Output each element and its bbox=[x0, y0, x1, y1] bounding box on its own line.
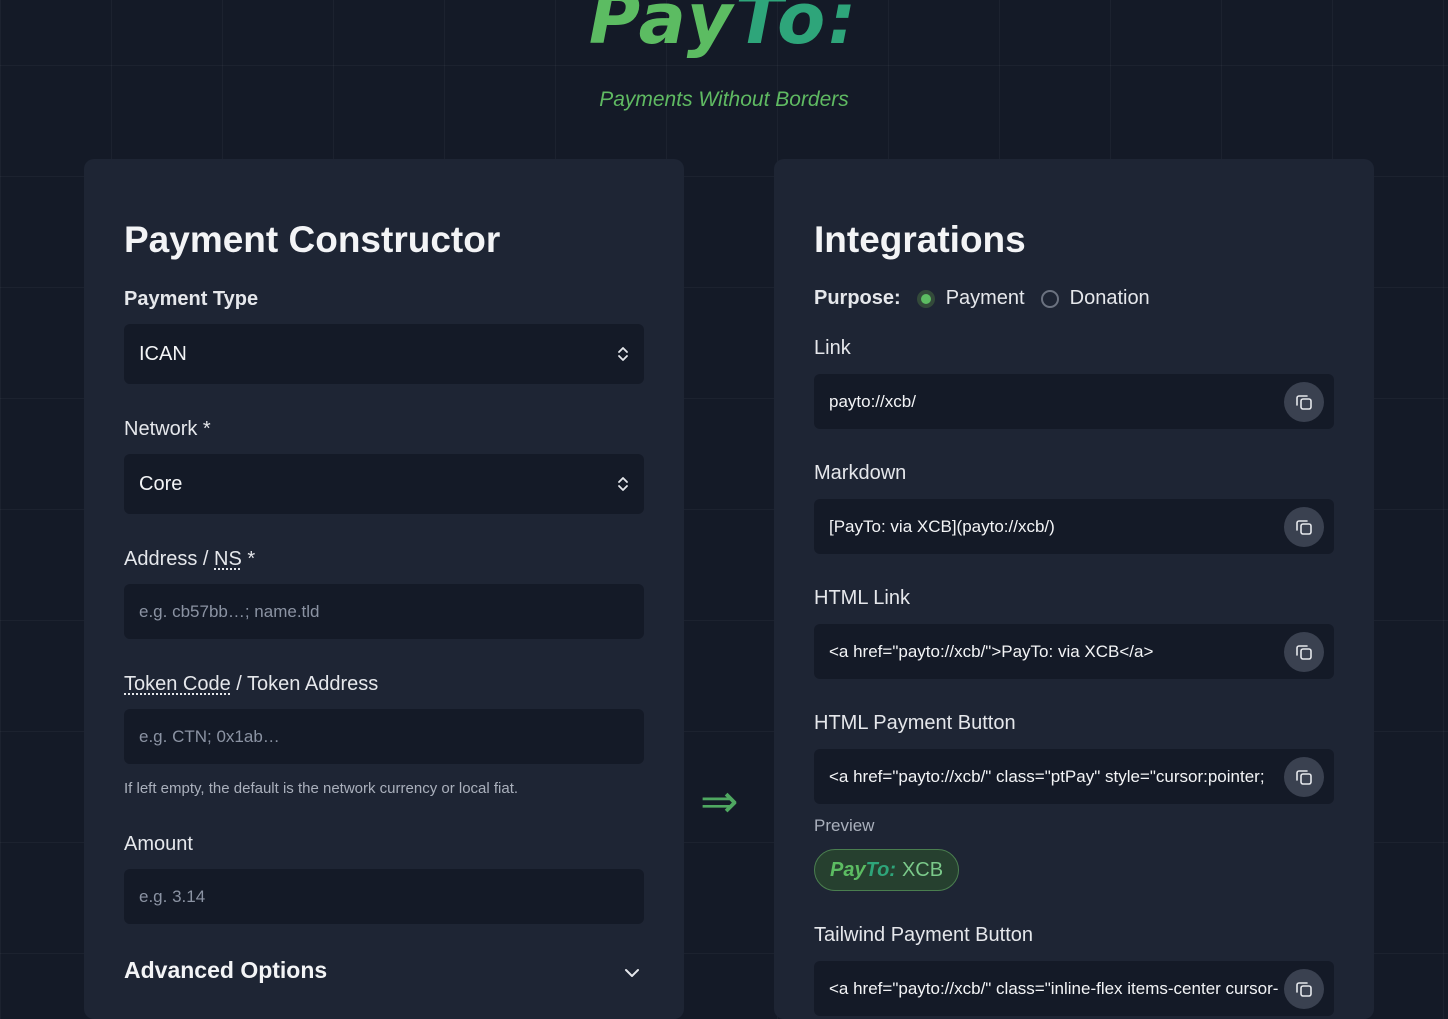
copy-html-button-button[interactable] bbox=[1284, 757, 1324, 797]
copy-icon bbox=[1294, 642, 1314, 662]
advanced-options-label: Advanced Options bbox=[124, 957, 328, 983]
preview-to-text: To: bbox=[865, 858, 896, 881]
html-button-value: <a href="payto://xcb/" class="ptPay" sty… bbox=[829, 766, 1265, 786]
address-required-mark: * bbox=[241, 548, 256, 570]
logo: PayTo: bbox=[0, 0, 1448, 54]
token-address-text: / Token Address bbox=[230, 673, 379, 695]
html-link-field[interactable]: <a href="payto://xcb/">PayTo: via XCB</a… bbox=[814, 624, 1334, 679]
network-value: Core bbox=[139, 472, 183, 495]
purpose-group: Purpose: Payment Donation bbox=[814, 287, 1166, 310]
chevron-updown-icon bbox=[617, 475, 629, 493]
preview-pay-text: Pay bbox=[830, 858, 866, 881]
tailwind-button-value: <a href="payto://xcb/" class="inline-fle… bbox=[829, 978, 1279, 998]
logo-to: To: bbox=[735, 0, 860, 60]
copy-icon bbox=[1294, 767, 1314, 787]
copy-link-button[interactable] bbox=[1284, 382, 1324, 422]
payment-type-select[interactable]: ICAN bbox=[124, 324, 644, 384]
copy-markdown-button[interactable] bbox=[1284, 507, 1324, 547]
address-label-text: Address / bbox=[124, 548, 215, 570]
amount-input[interactable]: e.g. 3.14 bbox=[124, 869, 644, 924]
radio-checked-icon[interactable] bbox=[916, 289, 935, 308]
purpose-option-label: Donation bbox=[1069, 287, 1150, 309]
logo-pay: Pay bbox=[588, 0, 736, 60]
html-link-value: <a href="payto://xcb/">PayTo: via XCB</a… bbox=[829, 641, 1154, 661]
purpose-option-donation[interactable]: Donation bbox=[1040, 287, 1150, 310]
copy-icon bbox=[1294, 979, 1314, 999]
link-label: Link bbox=[814, 337, 851, 359]
preview-network-text: XCB bbox=[901, 858, 944, 881]
tailwind-button-label: Tailwind Payment Button bbox=[814, 924, 1034, 946]
integrations-panel: Integrations Purpose: Payment Donation L… bbox=[774, 159, 1374, 1019]
payment-type-label: Payment Type bbox=[124, 288, 259, 310]
constructor-title: Payment Constructor bbox=[124, 219, 501, 260]
html-button-field[interactable]: <a href="payto://xcb/" class="ptPay" sty… bbox=[814, 749, 1334, 804]
markdown-field[interactable]: [PayTo: via XCB](payto://xcb/) bbox=[814, 499, 1334, 554]
copy-icon bbox=[1294, 517, 1314, 537]
copy-html-link-button[interactable] bbox=[1284, 632, 1324, 672]
purpose-option-label: Payment bbox=[945, 287, 1025, 309]
copy-tailwind-button-button[interactable] bbox=[1284, 969, 1324, 1009]
preview-pay-button[interactable]: Pay To: XCB bbox=[814, 849, 960, 891]
markdown-label: Markdown bbox=[814, 462, 907, 484]
address-input[interactable]: e.g. cb57bb…; name.tld bbox=[124, 584, 644, 639]
address-placeholder: e.g. cb57bb…; name.tld bbox=[139, 601, 320, 621]
amount-placeholder: e.g. 3.14 bbox=[139, 886, 206, 906]
copy-icon bbox=[1294, 392, 1314, 412]
token-input[interactable]: e.g. CTN; 0x1ab… bbox=[124, 709, 644, 764]
chevron-down-icon bbox=[624, 957, 640, 984]
ns-abbr: NS bbox=[214, 548, 242, 570]
token-label: Token Code / Token Address bbox=[124, 673, 378, 696]
link-value: payto://xcb/ bbox=[829, 391, 916, 411]
amount-label: Amount bbox=[124, 833, 193, 855]
address-label: Address / NS * bbox=[124, 548, 255, 571]
tailwind-button-field[interactable]: <a href="payto://xcb/" class="inline-fle… bbox=[814, 961, 1334, 1016]
payment-type-value: ICAN bbox=[139, 342, 187, 365]
integrations-title: Integrations bbox=[814, 219, 1026, 260]
tagline: Payments Without Borders bbox=[599, 88, 849, 111]
chevron-updown-icon bbox=[617, 345, 629, 363]
network-select[interactable]: Core bbox=[124, 454, 644, 514]
advanced-options-toggle[interactable]: Advanced Options bbox=[124, 957, 644, 984]
network-label: Network * bbox=[124, 418, 211, 440]
purpose-option-payment[interactable]: Payment bbox=[916, 287, 1025, 310]
token-hint: If left empty, the default is the networ… bbox=[124, 780, 519, 797]
markdown-value: [PayTo: via XCB](payto://xcb/) bbox=[829, 516, 1055, 536]
radio-unchecked-icon[interactable] bbox=[1040, 289, 1059, 308]
token-placeholder: e.g. CTN; 0x1ab… bbox=[139, 726, 280, 746]
html-button-label: HTML Payment Button bbox=[814, 712, 1016, 734]
link-field[interactable]: payto://xcb/ bbox=[814, 374, 1334, 429]
payment-constructor-panel: Payment Constructor Payment Type ICAN Ne… bbox=[84, 159, 684, 1019]
token-code-abbr: Token Code bbox=[124, 673, 231, 695]
preview-label: Preview bbox=[814, 816, 875, 835]
purpose-label: Purpose: bbox=[814, 287, 901, 309]
html-link-label: HTML Link bbox=[814, 587, 910, 609]
arrow-right-icon: ⇒ bbox=[700, 774, 739, 828]
